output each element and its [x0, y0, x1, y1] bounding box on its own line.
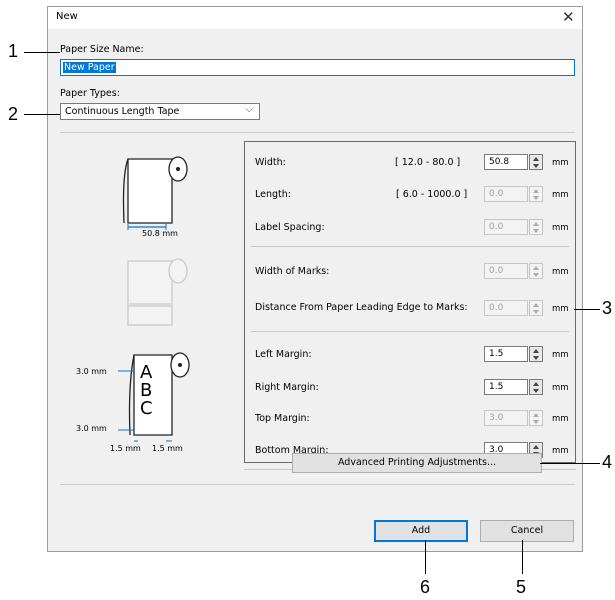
right-margin-dim: 1.5 mm [152, 444, 183, 453]
callout-2-line [24, 114, 60, 115]
right-margin-label: Right Margin: [255, 382, 319, 393]
label-spacing-label: Label Spacing: [255, 222, 325, 233]
abc-letter-c: C [140, 398, 153, 419]
width-of-marks-label: Width of Marks: [255, 266, 330, 277]
callout-3-line [574, 309, 600, 310]
paper-type-selected: Continuous Length Tape [65, 106, 180, 117]
left-margin-dim: 1.5 mm [110, 444, 141, 453]
callout-1: 1 [8, 41, 19, 61]
margins-roll-icon [118, 352, 190, 442]
paper-illustration [118, 156, 190, 442]
roll-icon [122, 156, 188, 230]
distance-marks-spinner[interactable] [529, 300, 543, 316]
bottom-margin-unit: mm [552, 446, 569, 456]
distance-marks-label: Distance From Paper Leading Edge to Mark… [255, 302, 468, 313]
abc-letter-b: B [140, 380, 153, 401]
abc-letter-a: A [140, 362, 153, 383]
label-spacing-unit: mm [552, 223, 569, 233]
panel-separator [251, 331, 569, 332]
distance-marks-input[interactable]: 0.0 [484, 300, 528, 316]
width-spinner[interactable] [529, 154, 543, 170]
callout-2: 2 [8, 104, 19, 124]
roll-width-text: 50.8 mm [142, 229, 178, 238]
length-spinner[interactable] [529, 186, 543, 202]
callout-3: 3 [602, 298, 613, 318]
separator [60, 484, 575, 485]
new-paper-dialog: New ✕ Paper Size Name: New Paper Paper T… [47, 6, 583, 552]
paper-size-name-label: Paper Size Name: [60, 44, 144, 55]
width-unit: mm [552, 158, 569, 168]
top-margin-unit: mm [552, 414, 569, 424]
label-spacing-input[interactable]: 0.0 [484, 219, 528, 235]
length-range: [ 6.0 - 1000.0 ] [396, 189, 468, 200]
right-margin-input[interactable]: 1.5 [484, 379, 528, 395]
width-of-marks-input[interactable]: 0.0 [484, 263, 528, 279]
callout-4: 4 [602, 452, 613, 472]
panel-separator [251, 246, 569, 247]
top-margin-label: Top Margin: [255, 413, 310, 424]
right-margin-spinner[interactable] [529, 379, 543, 395]
left-margin-label: Left Margin: [255, 349, 312, 360]
paper-size-name-input[interactable]: New Paper [60, 59, 575, 76]
length-input[interactable]: 0.0 [484, 186, 528, 202]
chevron-down-icon: ⌵ [245, 104, 253, 115]
label-spacing-spinner[interactable] [529, 219, 543, 235]
close-icon[interactable]: ✕ [562, 8, 575, 26]
callout-6: 6 [420, 577, 431, 597]
callout-6-line [425, 540, 426, 574]
faded-roll-icon [127, 258, 188, 326]
callout-4-line [540, 463, 600, 464]
top-margin-dim: 3.0 mm [76, 367, 107, 376]
settings-panel: Width: [ 12.0 - 80.0 ] 50.8 mm Length: [… [244, 141, 576, 463]
left-margin-input[interactable]: 1.5 [484, 346, 528, 362]
width-input[interactable]: 50.8 [484, 154, 528, 170]
title-bar: New ✕ [48, 7, 582, 29]
width-label: Width: [255, 157, 286, 168]
length-label: Length: [255, 189, 291, 200]
bottom-margin-dim: 3.0 mm [76, 424, 107, 433]
width-of-marks-unit: mm [552, 267, 569, 277]
add-button[interactable]: Add [374, 520, 468, 542]
width-of-marks-spinner[interactable] [529, 263, 543, 279]
dialog-title: New [56, 11, 78, 22]
width-range: [ 12.0 - 80.0 ] [395, 157, 461, 168]
top-margin-input[interactable]: 3.0 [484, 410, 528, 426]
paper-types-select[interactable]: Continuous Length Tape ⌵ [60, 103, 260, 120]
top-margin-spinner[interactable] [529, 410, 543, 426]
callout-5: 5 [516, 577, 527, 597]
right-margin-unit: mm [552, 383, 569, 393]
paper-size-name-value: New Paper [63, 62, 116, 73]
paper-types-label: Paper Types: [60, 88, 120, 99]
length-unit: mm [552, 190, 569, 200]
callout-5-line [522, 540, 523, 574]
cancel-button[interactable]: Cancel [480, 520, 574, 542]
separator [60, 132, 575, 133]
left-margin-unit: mm [552, 350, 569, 360]
distance-marks-unit: mm [552, 304, 569, 314]
callout-1-line [24, 52, 60, 53]
left-margin-spinner[interactable] [529, 346, 543, 362]
advanced-printing-adjustments-button[interactable]: Advanced Printing Adjustments... [292, 453, 542, 473]
